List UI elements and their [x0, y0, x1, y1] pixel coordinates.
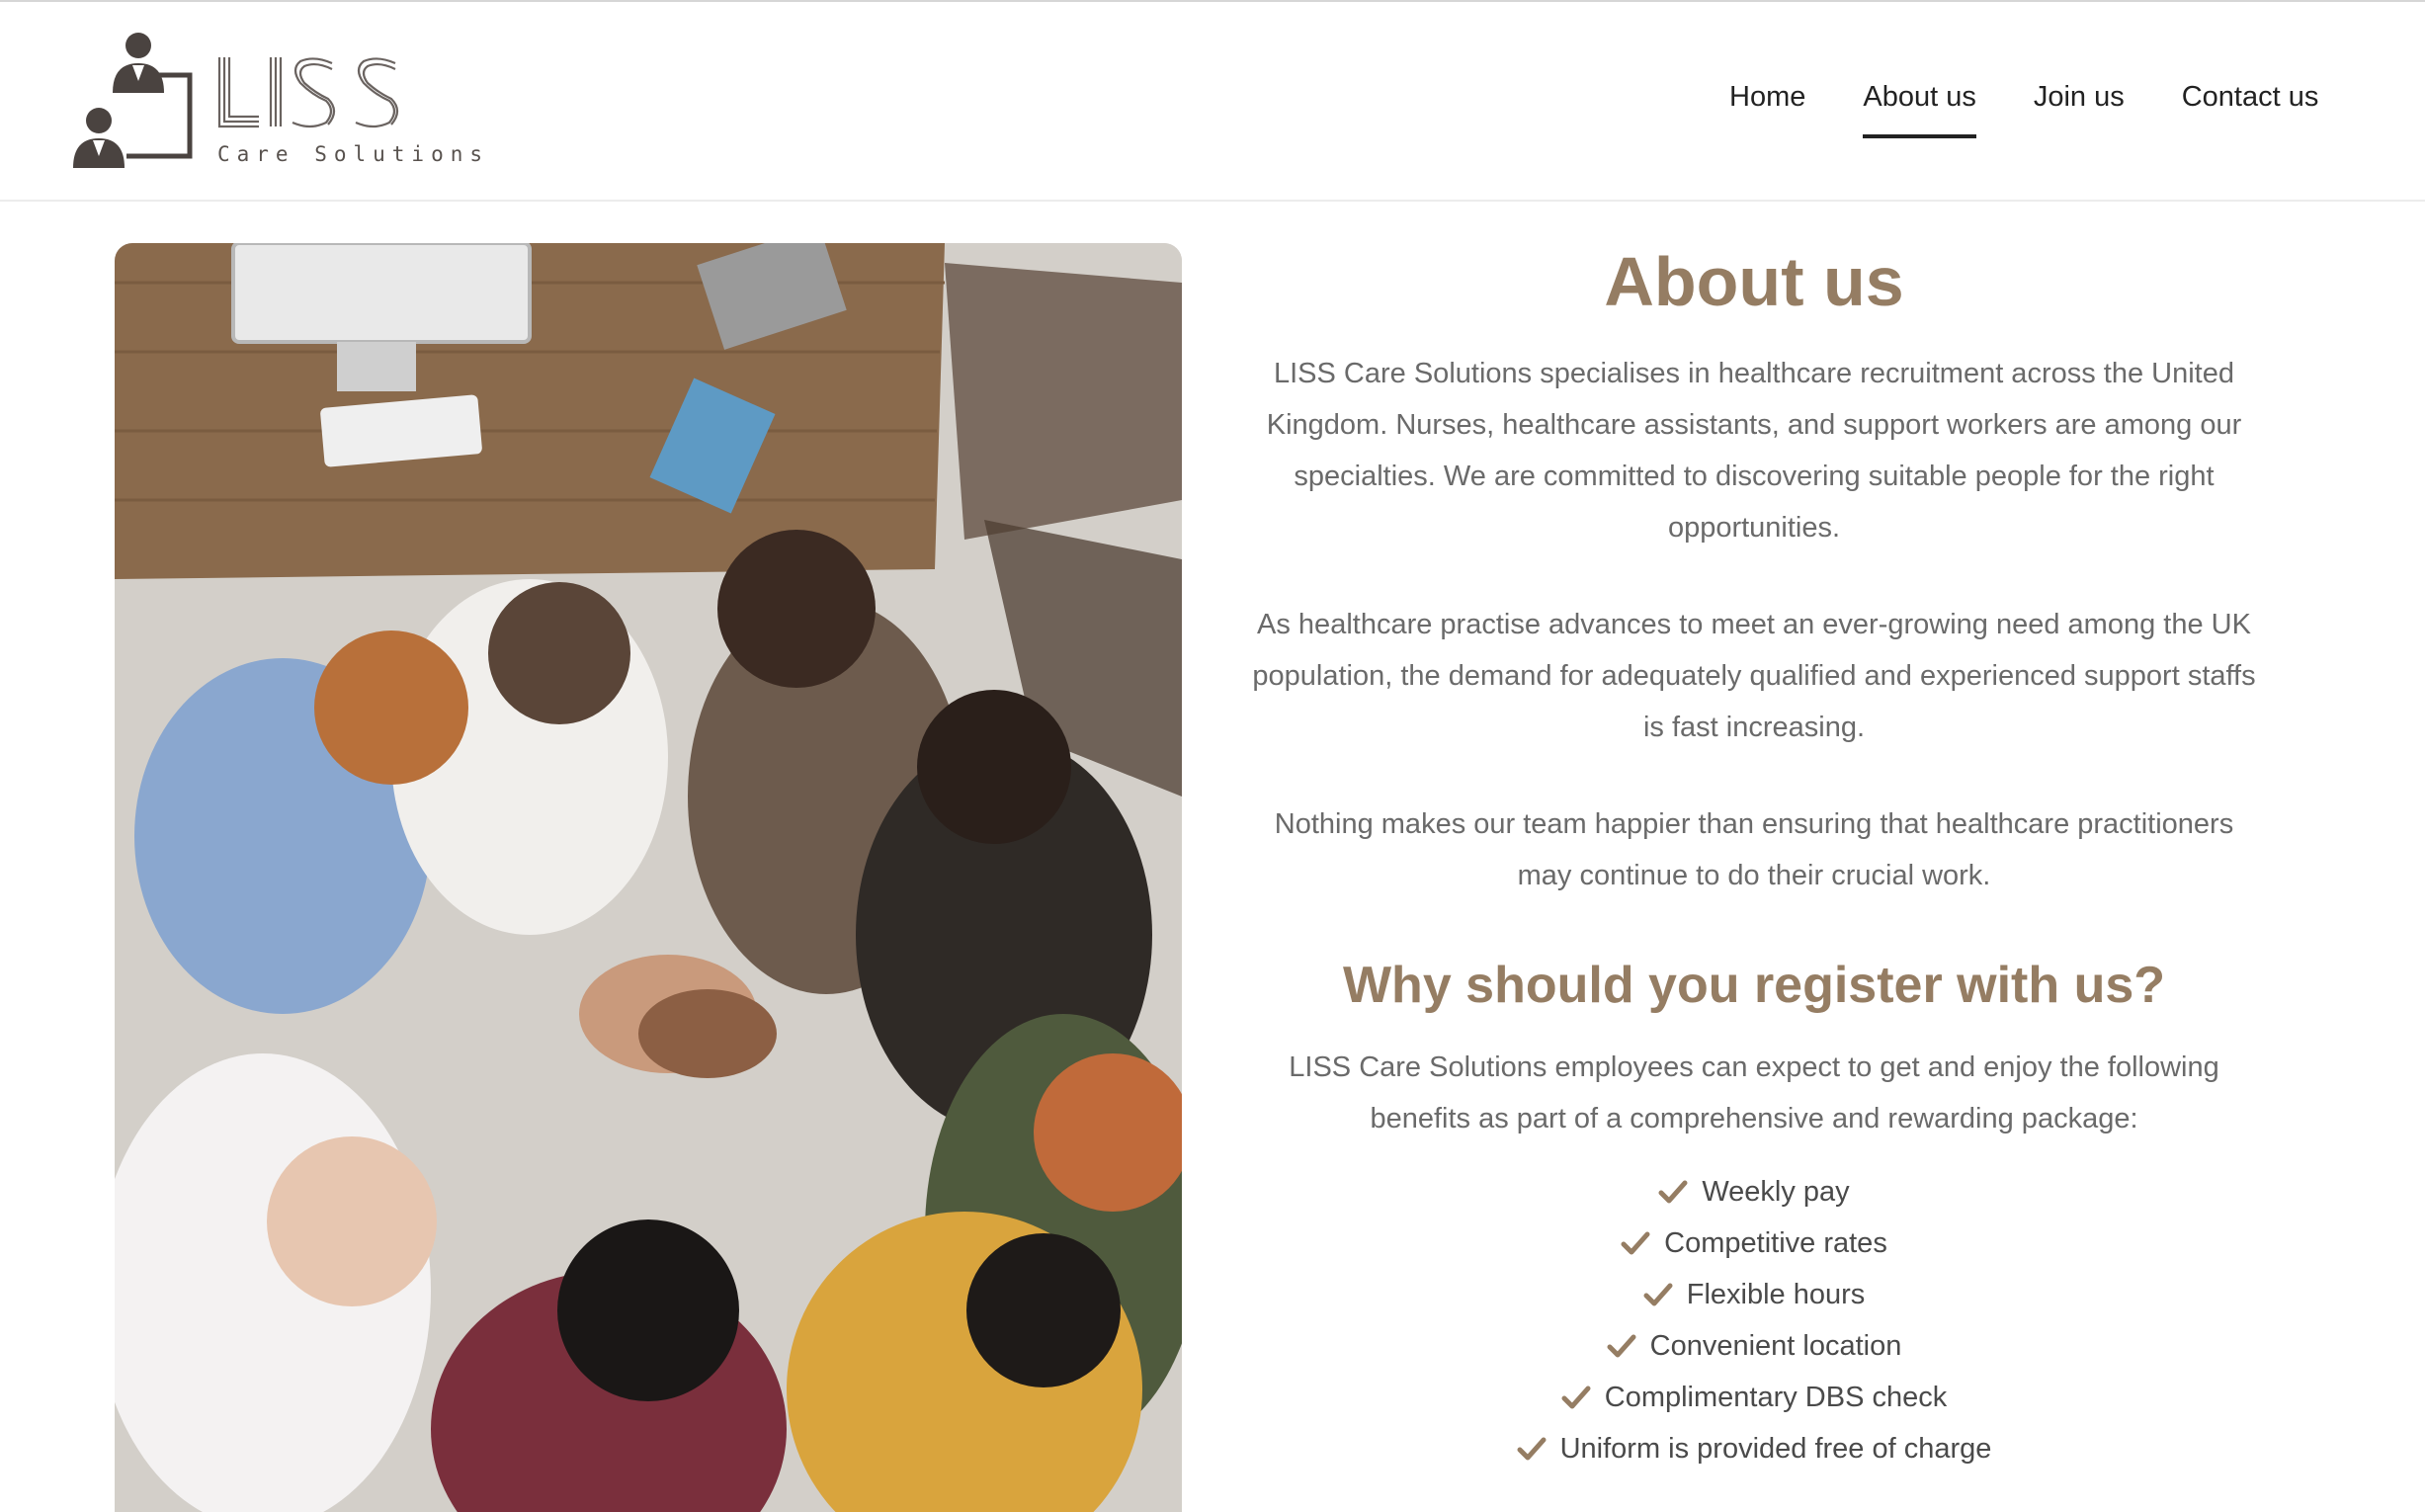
benefit-item: Uniform is provided free of charge: [1245, 1423, 2263, 1474]
logo-tagline: Care Solutions: [217, 142, 490, 166]
main-nav: Home About us Join us Contact us: [1729, 79, 2318, 138]
benefit-label: Competitive rates: [1664, 1227, 1887, 1259]
benefit-item: Complimentary DBS check: [1245, 1372, 2263, 1423]
nav-home[interactable]: Home: [1729, 79, 1805, 138]
benefit-label: Flexible hours: [1686, 1279, 1866, 1310]
nav-contact-us[interactable]: Contact us: [2182, 79, 2319, 138]
check-icon: [1643, 1283, 1673, 1306]
register-intro: LISS Care Solutions employees can expect…: [1289, 1051, 2219, 1134]
benefit-label: Uniform is provided free of charge: [1559, 1433, 1992, 1465]
benefit-item: Convenient location: [1245, 1320, 2263, 1372]
nav-join-us[interactable]: Join us: [2034, 79, 2125, 138]
nav-about-us[interactable]: About us: [1863, 79, 1976, 138]
check-icon: [1607, 1334, 1636, 1358]
check-icon: [1621, 1231, 1650, 1255]
logo-people-icon: [73, 33, 193, 168]
about-paragraph-2: As healthcare practise advances to meet …: [1252, 609, 2256, 743]
check-icon: [1517, 1437, 1547, 1461]
site-header: Care Solutions Home About us Join us Con…: [0, 2, 2425, 202]
check-icon: [1561, 1386, 1591, 1409]
team-hands-together-photo-icon: [115, 243, 1182, 1512]
about-paragraph-1: LISS Care Solutions specialises in healt…: [1266, 358, 2242, 544]
logo-wordmark-icon: [217, 57, 399, 128]
benefits-list: Weekly pay Competitive rates Flexible ho…: [1245, 1166, 2263, 1474]
benefit-item: Flexible hours: [1245, 1269, 2263, 1320]
check-icon: [1658, 1180, 1688, 1204]
benefit-label: Convenient location: [1649, 1330, 1902, 1362]
team-photo: [115, 243, 1182, 1512]
about-content: About us LISS Care Solutions specialises…: [1245, 237, 2263, 1474]
benefit-label: Complimentary DBS check: [1604, 1382, 1948, 1413]
register-title: Why should you register with us?: [1342, 957, 2166, 1014]
benefit-item: Weekly pay: [1245, 1166, 2263, 1218]
about-title: About us: [1604, 243, 1904, 320]
about-paragraph-3: Nothing makes our team happier than ensu…: [1274, 808, 2234, 891]
benefit-label: Weekly pay: [1702, 1176, 1850, 1208]
site-logo[interactable]: Care Solutions: [67, 32, 482, 175]
benefit-item: Competitive rates: [1245, 1218, 2263, 1269]
